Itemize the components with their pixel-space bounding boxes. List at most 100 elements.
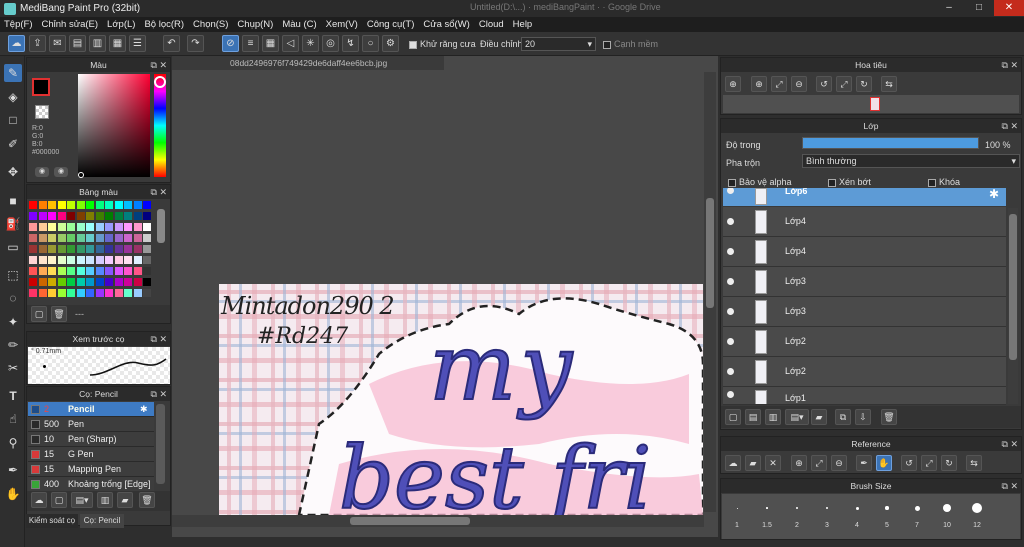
brush-list-scrollbar[interactable] bbox=[156, 404, 165, 484]
antialias-checkbox[interactable] bbox=[409, 40, 417, 49]
close-icon[interactable]: ⧉ ✕ bbox=[1002, 119, 1018, 133]
horizontal-scroll-thumb[interactable] bbox=[350, 517, 470, 525]
palette-swatch[interactable] bbox=[86, 256, 94, 264]
brush-size-dot[interactable] bbox=[736, 507, 738, 509]
palette-swatch[interactable] bbox=[86, 289, 94, 297]
menu-help[interactable]: Help bbox=[513, 19, 533, 30]
navigator-viewport[interactable] bbox=[870, 97, 880, 111]
fit-icon[interactable]: ⤢ bbox=[771, 76, 787, 92]
brush-tool-icon[interactable]: ✎ bbox=[4, 64, 22, 82]
transparent-color-swatch[interactable] bbox=[35, 105, 49, 119]
brush-size-dot[interactable] bbox=[825, 506, 829, 510]
palette-swatch[interactable] bbox=[29, 256, 37, 264]
palette-swatch[interactable] bbox=[29, 212, 37, 220]
tab-brush-pencil[interactable]: Cọ: Pencil bbox=[80, 514, 124, 528]
palette-swatch[interactable] bbox=[105, 201, 113, 209]
palette-swatch[interactable] bbox=[38, 278, 47, 286]
layer-scroll-thumb[interactable] bbox=[1009, 214, 1017, 360]
palette-swatch[interactable] bbox=[105, 267, 113, 275]
palette-swatch[interactable] bbox=[57, 223, 66, 231]
layer-scrollbar[interactable] bbox=[1008, 208, 1018, 404]
gradient-tool-icon[interactable]: ▭ bbox=[4, 238, 22, 256]
operation-tool-icon[interactable]: ☝ bbox=[4, 410, 22, 428]
palette-swatch[interactable] bbox=[143, 234, 151, 242]
fit-rotate-icon[interactable]: ⤢ bbox=[921, 455, 937, 471]
palette-swatch[interactable] bbox=[57, 289, 66, 297]
new-layer-3-icon[interactable]: ▥ bbox=[765, 409, 781, 425]
layer-row[interactable]: Lớp2 bbox=[723, 357, 1006, 387]
palette-swatch[interactable] bbox=[114, 289, 123, 297]
palette-swatch[interactable] bbox=[29, 234, 37, 242]
palette-swatch[interactable] bbox=[114, 256, 123, 264]
concentric-snap-icon[interactable]: ◎ bbox=[322, 35, 339, 52]
menu-snap[interactable]: Chụp(N) bbox=[237, 19, 273, 30]
palette-swatch[interactable] bbox=[48, 278, 56, 286]
brush-item-pencil[interactable]: 2 Pencil ✱ bbox=[28, 402, 154, 417]
saturation-value-picker[interactable] bbox=[78, 74, 150, 177]
close-icon[interactable]: ⧉ ✕ bbox=[151, 387, 167, 401]
lasso-tool-icon[interactable]: ◌ bbox=[4, 289, 22, 307]
palette-swatch[interactable] bbox=[86, 201, 94, 209]
palette-swatch[interactable] bbox=[48, 223, 56, 231]
menu-filter[interactable]: Bộ lọc(R) bbox=[144, 19, 184, 30]
palette-swatch[interactable] bbox=[76, 212, 85, 220]
brush-size-dot[interactable] bbox=[943, 504, 951, 512]
palette-swatch[interactable] bbox=[124, 201, 132, 209]
palette-swatch[interactable] bbox=[76, 234, 85, 242]
palette-swatch[interactable] bbox=[29, 289, 37, 297]
text-tool-icon[interactable]: T bbox=[4, 387, 22, 405]
menu-view[interactable]: Xem(V) bbox=[326, 19, 358, 30]
palette-swatch[interactable] bbox=[95, 245, 104, 253]
zoom-out-icon[interactable]: ⊖ bbox=[831, 455, 847, 471]
palette-swatch[interactable] bbox=[105, 256, 113, 264]
artwork-canvas[interactable]: Mintadon290 2 #Rd247 my best fri bbox=[219, 284, 703, 515]
palette-swatch[interactable] bbox=[67, 267, 75, 275]
palette-swatch[interactable] bbox=[133, 256, 142, 264]
palette-swatch[interactable] bbox=[114, 212, 123, 220]
palette-swatch[interactable] bbox=[38, 267, 47, 275]
perspective-snap-icon[interactable]: ◁ bbox=[282, 35, 299, 52]
add-layer-dropdown-icon[interactable]: ▤▾ bbox=[785, 409, 809, 425]
palette-swatch[interactable] bbox=[114, 223, 123, 231]
palette-swatch[interactable] bbox=[29, 267, 37, 275]
palette-swatch[interactable] bbox=[57, 267, 66, 275]
brush-item-g-pen[interactable]: 15 G Pen bbox=[28, 447, 154, 462]
palette-swatch[interactable] bbox=[133, 245, 142, 253]
brush-size-dot[interactable] bbox=[855, 506, 859, 510]
sv-cursor[interactable] bbox=[78, 172, 84, 178]
palette-swatch[interactable] bbox=[95, 212, 104, 220]
palette-swatch[interactable] bbox=[143, 289, 151, 297]
palette-swatch[interactable] bbox=[105, 278, 113, 286]
menu-tools[interactable]: Công cụ(T) bbox=[367, 19, 415, 30]
close-button[interactable]: ✕ bbox=[994, 0, 1024, 16]
delete-icon[interactable]: 🗑 bbox=[139, 492, 155, 508]
grid-snap-icon[interactable]: ▦ bbox=[262, 35, 279, 52]
rotate-left-icon[interactable]: ↺ bbox=[901, 455, 917, 471]
navigator-preview[interactable] bbox=[723, 95, 1019, 113]
palette-swatch[interactable] bbox=[114, 234, 123, 242]
palette-swatch[interactable] bbox=[29, 223, 37, 231]
palette-swatch[interactable] bbox=[105, 212, 113, 220]
palette-swatch[interactable] bbox=[48, 245, 56, 253]
palette-swatch[interactable] bbox=[143, 245, 151, 253]
palette-scrollbar[interactable] bbox=[157, 209, 165, 243]
palette-swatch[interactable] bbox=[38, 289, 47, 297]
lock-option[interactable]: Khóa bbox=[928, 177, 960, 187]
palette-swatch[interactable] bbox=[76, 223, 85, 231]
palette-swatch[interactable] bbox=[76, 267, 85, 275]
delete-palette-icon[interactable]: 🗑 bbox=[51, 306, 67, 322]
palette-swatch[interactable] bbox=[124, 289, 132, 297]
palette-swatch[interactable] bbox=[143, 223, 151, 231]
select-eraser-tool-icon[interactable]: ✂ bbox=[4, 359, 22, 377]
palette-swatch[interactable] bbox=[95, 256, 104, 264]
rotate-left-icon[interactable]: ↺ bbox=[816, 76, 832, 92]
new-palette-icon[interactable]: ▢ bbox=[31, 306, 47, 322]
palette-swatch[interactable] bbox=[38, 212, 47, 220]
menu-layer[interactable]: Lớp(L) bbox=[107, 19, 135, 30]
palette-swatch[interactable] bbox=[86, 223, 94, 231]
fill-rect-tool-icon[interactable]: ■ bbox=[4, 192, 22, 210]
palette-swatch[interactable] bbox=[124, 256, 132, 264]
grid-doc-icon[interactable]: ▦ bbox=[109, 35, 126, 52]
zoom-in-2-icon[interactable]: ⊕ bbox=[751, 76, 767, 92]
zoom-in-icon[interactable]: ⊕ bbox=[725, 76, 741, 92]
